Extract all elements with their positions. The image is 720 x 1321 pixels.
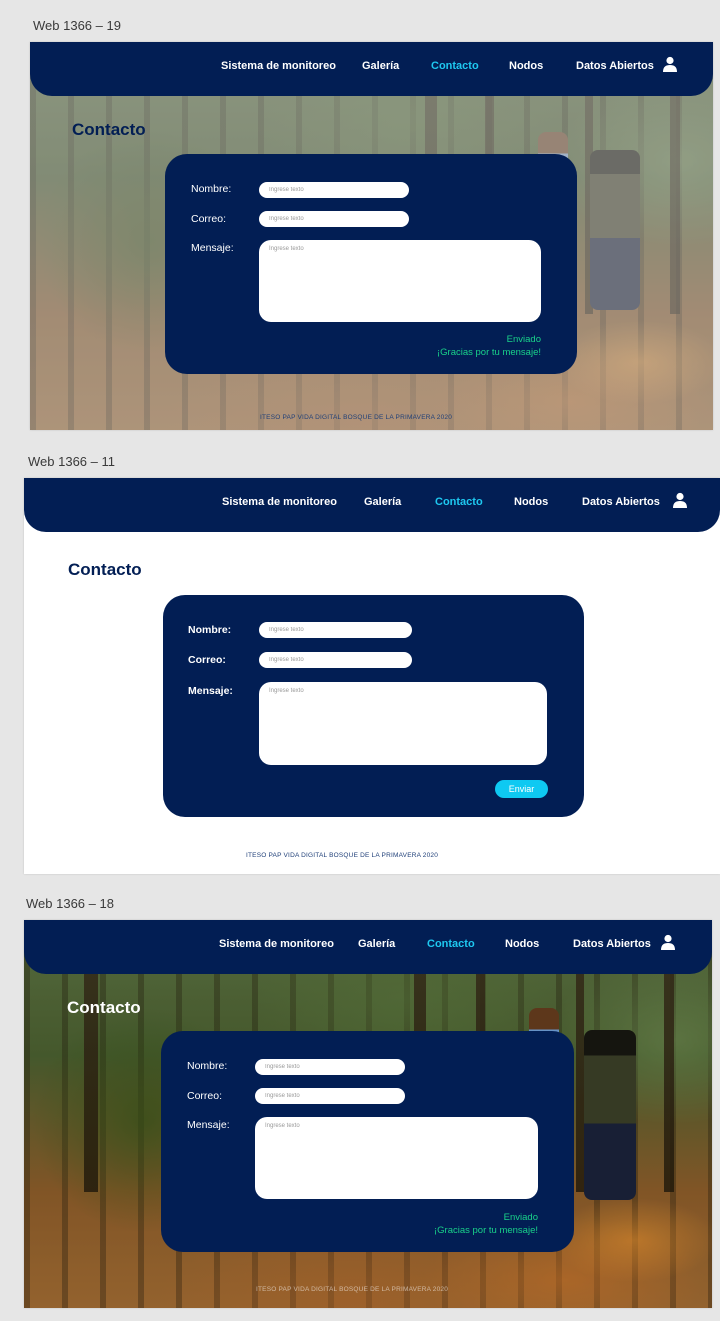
- name-label: Nombre:: [188, 624, 232, 636]
- name-input[interactable]: [259, 622, 412, 638]
- nav-sistema-de-monitoreo[interactable]: Sistema de monitoreo: [221, 60, 336, 72]
- email-input[interactable]: [259, 211, 409, 227]
- email-label: Correo:: [187, 1090, 223, 1102]
- contact-card: Nombre: Correo: Mensaje: Enviado ¡Gracia…: [161, 1031, 574, 1252]
- nav-sistema-de-monitoreo[interactable]: Sistema de monitoreo: [222, 496, 337, 508]
- message-label: Mensaje:: [191, 242, 234, 254]
- footer-text: ITESO PAP VIDA DIGITAL BOSQUE DE LA PRIM…: [256, 1286, 449, 1293]
- nav-nodos[interactable]: Nodos: [514, 496, 548, 508]
- nav-nodos[interactable]: Nodos: [505, 938, 539, 950]
- message-label: Mensaje:: [187, 1119, 230, 1131]
- nav-datos-abiertos[interactable]: Datos Abiertos: [573, 938, 651, 950]
- footer-text: ITESO PAP VIDA DIGITAL BOSQUE DE LA PRIM…: [260, 414, 453, 421]
- nav-contacto[interactable]: Contacto: [431, 60, 479, 72]
- nav-galeria[interactable]: Galería: [358, 938, 395, 950]
- email-label: Correo:: [191, 213, 227, 225]
- page-title: Contacto: [67, 998, 141, 1017]
- status-thanks: ¡Gracias por tu mensaje!: [433, 1225, 538, 1236]
- email-input[interactable]: [255, 1088, 405, 1104]
- nav-datos-abiertos[interactable]: Datos Abiertos: [576, 60, 654, 72]
- status-sent: Enviado: [506, 334, 541, 345]
- message-textarea[interactable]: [255, 1117, 538, 1199]
- navbar: Sistema de monitoreo Galería Contacto No…: [30, 42, 713, 96]
- navbar: Sistema de monitoreo Galería Contacto No…: [24, 920, 712, 974]
- contact-card: Nombre: Correo: Mensaje: Enviar: [163, 595, 584, 817]
- frame-label-19: Web 1366 – 19: [33, 18, 121, 33]
- nav-nodos[interactable]: Nodos: [509, 60, 543, 72]
- user-icon[interactable]: [672, 492, 688, 508]
- submit-button[interactable]: Enviar: [495, 780, 548, 798]
- footer-text: ITESO PAP VIDA DIGITAL BOSQUE DE LA PRIM…: [246, 852, 439, 859]
- status-sent: Enviado: [503, 1212, 538, 1223]
- email-input[interactable]: [259, 652, 412, 668]
- name-input[interactable]: [255, 1059, 405, 1075]
- navbar: Sistema de monitoreo Galería Contacto No…: [24, 478, 720, 532]
- nav-galeria[interactable]: Galería: [362, 60, 399, 72]
- status-thanks: ¡Gracias por tu mensaje!: [436, 347, 541, 358]
- contact-card: Nombre: Correo: Mensaje: Enviado ¡Gracia…: [165, 154, 577, 374]
- nav-contacto[interactable]: Contacto: [427, 938, 475, 950]
- message-textarea[interactable]: [259, 240, 541, 322]
- name-label: Nombre:: [187, 1060, 228, 1072]
- frame-label-18: Web 1366 – 18: [26, 896, 114, 911]
- page-title: Contacto: [72, 120, 146, 139]
- user-icon[interactable]: [660, 934, 676, 950]
- nav-datos-abiertos[interactable]: Datos Abiertos: [582, 496, 660, 508]
- nav-contacto[interactable]: Contacto: [435, 496, 483, 508]
- nav-sistema-de-monitoreo[interactable]: Sistema de monitoreo: [219, 938, 334, 950]
- message-label: Mensaje:: [188, 685, 233, 697]
- frame-label-11: Web 1366 – 11: [28, 454, 115, 469]
- email-label: Correo:: [188, 654, 226, 666]
- message-textarea[interactable]: [259, 682, 547, 765]
- nav-galeria[interactable]: Galería: [364, 496, 401, 508]
- artboard-web-1366-11: Sistema de monitoreo Galería Contacto No…: [24, 478, 720, 874]
- status-message: Enviado ¡Gracias por tu mensaje!: [434, 1211, 538, 1237]
- artboard-web-1366-19: Sistema de monitoreo Galería Contacto No…: [30, 42, 713, 430]
- artboard-web-1366-18: Sistema de monitoreo Galería Contacto No…: [24, 920, 712, 1308]
- page-title: Contacto: [68, 560, 142, 579]
- user-icon[interactable]: [662, 56, 678, 72]
- name-label: Nombre:: [191, 183, 232, 195]
- name-input[interactable]: [259, 182, 409, 198]
- status-message: Enviado ¡Gracias por tu mensaje!: [437, 333, 541, 359]
